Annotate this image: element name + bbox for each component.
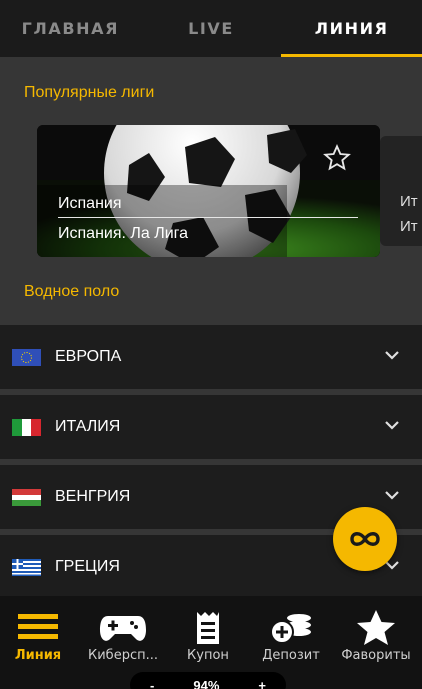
star-icon	[357, 610, 395, 645]
popular-league-card[interactable]: Испания Испания. Ла Лига	[37, 125, 380, 257]
top-tabs: ГЛАВНАЯ LIVE ЛИНИЯ	[0, 0, 422, 57]
coupon-icon	[197, 612, 219, 644]
hungary-flag-icon	[12, 488, 41, 506]
nav-deposit[interactable]: Депозит	[256, 610, 326, 663]
popular-leagues-title: Популярные лиги	[24, 84, 155, 101]
gamepad-icon	[100, 616, 146, 641]
country-name: ГРЕЦИЯ	[55, 558, 120, 575]
favorite-star-icon[interactable]	[323, 144, 351, 172]
nav-label: Фавориты	[341, 648, 411, 663]
card2-league: Ит	[400, 218, 418, 235]
nav-label: Купон	[187, 648, 229, 663]
menu-lines-icon	[18, 614, 58, 639]
nav-coupon[interactable]: Купон	[180, 610, 236, 663]
chevron-down-icon	[385, 491, 399, 500]
card-country: Испания	[58, 195, 122, 212]
zoom-out-button[interactable]: -	[150, 678, 154, 689]
zoom-in-button[interactable]: +	[258, 678, 266, 689]
nav-label: Киберсп...	[88, 648, 158, 663]
tab-live[interactable]: LIVE	[141, 0, 282, 57]
sport-title: Водное поло	[24, 283, 120, 300]
nav-label: Линия	[14, 648, 62, 663]
coins-plus-icon	[270, 614, 311, 644]
popular-league-card-2[interactable]: Ит Ит	[380, 136, 422, 246]
infinity-icon	[350, 532, 380, 546]
nav-favorites[interactable]: Фавориты	[336, 610, 416, 663]
italy-flag-icon	[12, 418, 41, 436]
infinity-button[interactable]	[333, 507, 397, 571]
zoom-indicator: - 94% +	[130, 672, 286, 689]
country-name: ИТАЛИЯ	[55, 418, 121, 435]
greece-flag-icon	[12, 558, 41, 576]
nav-line[interactable]: Линия	[10, 610, 66, 663]
zoom-level: 94%	[193, 677, 220, 689]
card-divider	[58, 217, 358, 218]
card-league: Испания. Ла Лига	[58, 225, 189, 242]
nav-label: Депозит	[262, 648, 320, 663]
chevron-down-icon	[385, 421, 399, 430]
country-row-italy[interactable]: ИТАЛИЯ	[0, 395, 422, 459]
chevron-down-icon	[385, 351, 399, 360]
tab-main[interactable]: ГЛАВНАЯ	[0, 0, 141, 57]
country-name: ЕВРОПА	[55, 348, 122, 365]
country-name: ВЕНГРИЯ	[55, 488, 131, 505]
card2-country: Ит	[400, 193, 418, 210]
nav-esports[interactable]: Киберсп...	[80, 610, 166, 663]
tab-line[interactable]: ЛИНИЯ	[281, 0, 422, 57]
eu-flag-icon	[12, 348, 41, 366]
country-row-europe[interactable]: ЕВРОПА	[0, 325, 422, 389]
